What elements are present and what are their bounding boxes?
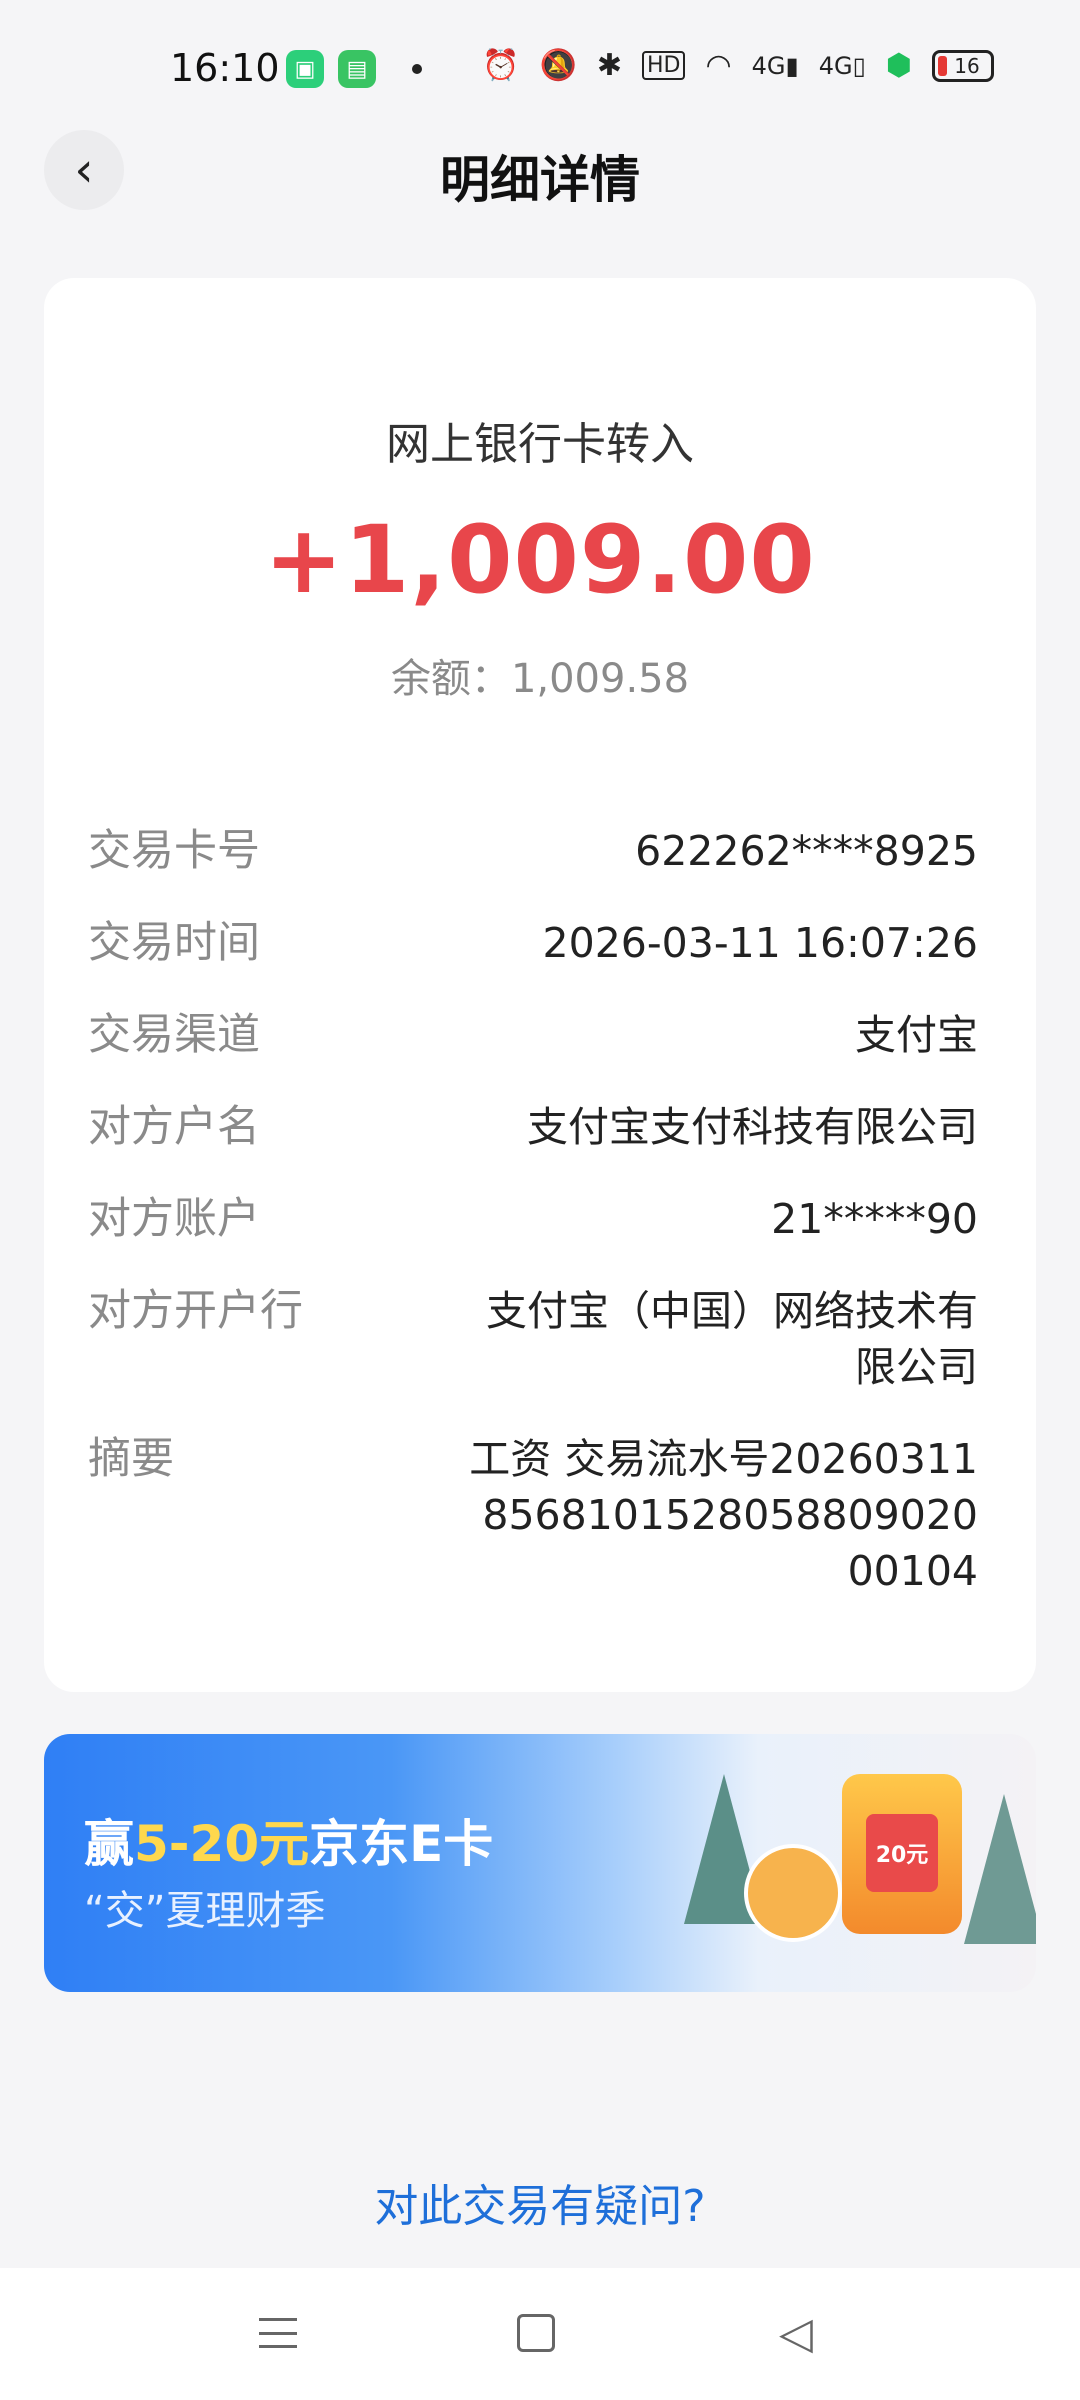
signal-4g-icon: 4G▯ xyxy=(818,51,866,80)
detail-value: 支付宝支付科技有限公司 xyxy=(527,1103,978,1151)
transaction-detail-card: 网上银行卡转入 +1,009.00 余额：1,009.58 交易卡号 62226… xyxy=(44,278,1036,1692)
shield-icon: ⬢ xyxy=(885,48,912,83)
balance-label: 余额： xyxy=(390,656,511,702)
nav-home-button[interactable] xyxy=(506,2308,566,2358)
header: ‹ 明细详情 xyxy=(0,130,1080,250)
detail-row-counterparty-name: 对方户名 支付宝支付科技有限公司 xyxy=(88,1099,978,1155)
signal-4g-icon: 4G▮ xyxy=(751,51,799,80)
promo-title-prefix: 赢 xyxy=(84,1815,134,1873)
detail-label: 交易渠道 xyxy=(88,1010,260,1060)
detail-value: 21*****90 xyxy=(771,1195,978,1243)
detail-label: 交易卡号 xyxy=(88,826,260,876)
detail-row-channel: 交易渠道 支付宝 xyxy=(88,1007,978,1063)
detail-label: 摘要 xyxy=(88,1434,174,1484)
bluetooth-icon: ✱ xyxy=(596,48,622,83)
detail-label: 对方户名 xyxy=(88,1102,260,1152)
system-nav-bar: ◁ xyxy=(0,2268,1080,2400)
promo-title-suffix: 京东E卡 xyxy=(309,1815,494,1873)
battery-icon: 16 xyxy=(932,49,994,82)
red-envelope-label: 20元 xyxy=(866,1814,938,1892)
back-triangle-icon: ◁ xyxy=(779,2307,813,2359)
balance-value: 1,009.58 xyxy=(510,656,690,702)
promo-banner[interactable]: 赢5-20元京东E卡 “交”夏理财季 20元 xyxy=(44,1734,1036,1992)
transaction-amount: +1,009.00 xyxy=(264,506,816,615)
detail-value: 工资 交易流水号20260311856810152805880902000104 xyxy=(469,1435,978,1595)
detail-label: 对方账户 xyxy=(88,1194,260,1244)
app-notification-icon: ▣ xyxy=(286,50,324,88)
detail-label: 交易时间 xyxy=(88,918,260,968)
transaction-question-link[interactable]: 对此交易有疑问? xyxy=(0,2170,1080,2234)
menu-icon xyxy=(259,2318,297,2348)
gift-box-illustration: 20元 xyxy=(842,1774,962,1934)
detail-value: 支付宝（中国）网络技术有限公司 xyxy=(486,1287,978,1391)
alarm-icon: ⏰ xyxy=(482,48,520,83)
detail-row-time: 交易时间 2026-03-11 16:07:26 xyxy=(88,915,978,971)
hd-icon: HD xyxy=(641,51,686,80)
mascot-illustration xyxy=(744,1844,842,1942)
message-notification-icon: ▤ xyxy=(338,50,376,88)
home-square-icon xyxy=(517,2314,555,2352)
promo-subtitle: “交”夏理财季 xyxy=(84,1888,326,1934)
nav-menu-button[interactable] xyxy=(248,2308,308,2358)
promo-title-highlight: 5-20元 xyxy=(134,1815,310,1873)
detail-value: 支付宝 xyxy=(855,1011,978,1059)
detail-row-summary: 摘要 工资 交易流水号20260311856810152805880902000… xyxy=(88,1431,978,1599)
tree-illustration xyxy=(964,1794,1036,1944)
detail-value: 622262****8925 xyxy=(635,827,978,875)
status-time: 16:10 xyxy=(170,46,280,90)
wifi-icon: ◠ xyxy=(705,48,732,83)
detail-label: 对方开户行 xyxy=(88,1286,303,1336)
detail-row-counterparty-account: 对方账户 21*****90 xyxy=(88,1191,978,1247)
mute-icon: 🔕 xyxy=(539,48,577,83)
promo-title: 赢5-20元京东E卡 xyxy=(84,1804,493,1876)
battery-level: 16 xyxy=(954,53,980,78)
detail-row-card-number: 交易卡号 622262****8925 xyxy=(88,823,978,879)
nav-back-button[interactable]: ◁ xyxy=(766,2307,826,2359)
more-notifications-dot-icon xyxy=(412,64,422,74)
transaction-type: 网上银行卡转入 xyxy=(386,419,694,470)
detail-value: 2026-03-11 16:07:26 xyxy=(542,919,978,967)
status-bar: 16:10 ▣ ▤ ⏰ 🔕 ✱ HD ◠ 4G▮ 4G▯ ⬢ 16 xyxy=(0,0,1080,130)
balance: 余额：1,009.58 xyxy=(44,646,1036,704)
page-title: 明细详情 xyxy=(440,151,640,209)
detail-rows: 交易卡号 622262****8925 交易时间 2026-03-11 16:0… xyxy=(88,823,978,1635)
detail-row-counterparty-bank: 对方开户行 支付宝（中国）网络技术有限公司 xyxy=(88,1283,978,1395)
